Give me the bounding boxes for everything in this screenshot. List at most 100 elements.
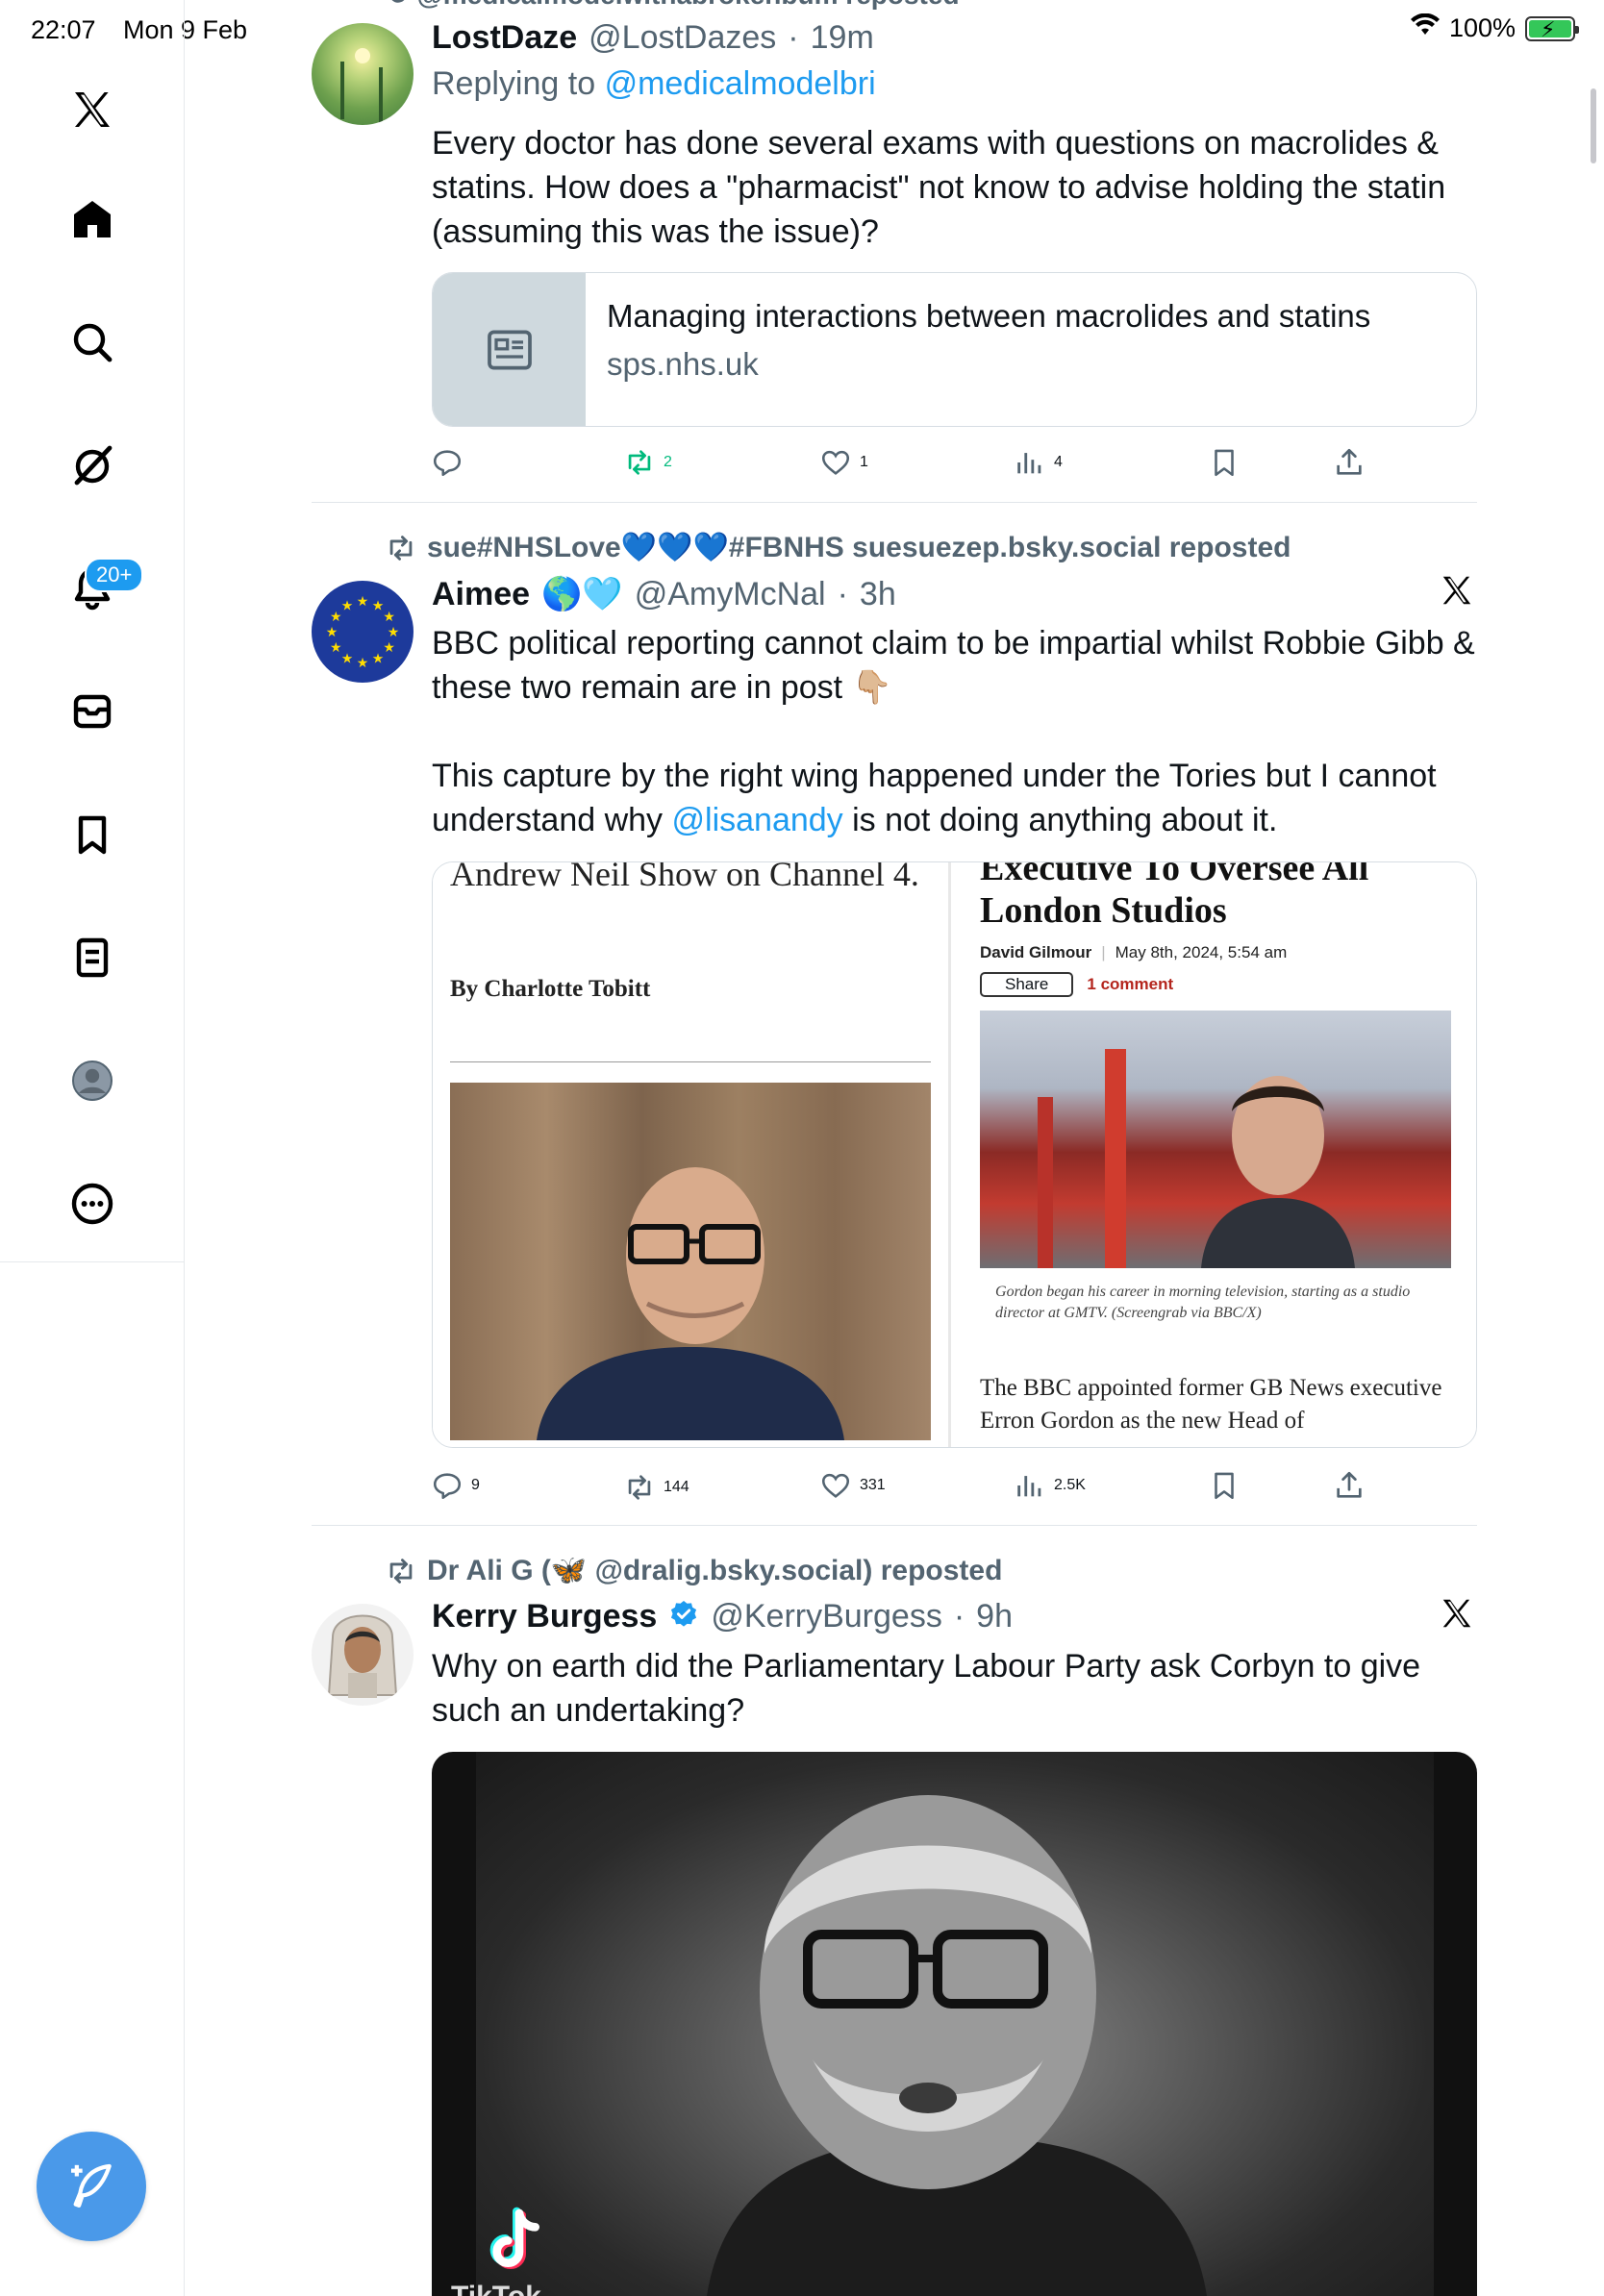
tiktok-logo-icon <box>476 2204 553 2285</box>
eu-star-icon: ★ <box>383 609 395 624</box>
bookmark-button[interactable] <box>1208 1469 1241 1502</box>
reposter-name[interactable]: sue#NHSLove💙💙💙#FBNHS suesuezep.bsky.soci… <box>427 531 1291 564</box>
bookmark-icon <box>1215 1472 1234 1500</box>
post-time[interactable]: 19m <box>811 19 874 57</box>
eu-star-icon: ★ <box>383 639 395 655</box>
author-name[interactable]: LostDaze <box>432 19 577 57</box>
post-time[interactable]: 3h <box>860 576 896 613</box>
reply-icon <box>433 1473 462 1500</box>
media-image-right[interactable]: Executive To Oversee All London Studios … <box>951 862 1476 1447</box>
media-image-left[interactable]: Andrew Neil Show on Channel 4. By Charlo… <box>433 862 952 1447</box>
link-card[interactable]: Managing interactions between macrolides… <box>432 272 1477 427</box>
eu-star-icon: ★ <box>326 624 338 639</box>
video-player[interactable]: TikTok <box>432 1752 1477 2296</box>
eu-star-icon: ★ <box>372 651 385 666</box>
repost-icon <box>628 1475 651 1500</box>
article-icon <box>433 273 586 426</box>
bookmark-button[interactable] <box>1208 446 1241 479</box>
article-headline-2: London Studios <box>980 890 1227 931</box>
repost-button[interactable]: 144 <box>623 1471 689 1504</box>
author-handle[interactable]: @KerryBurgess <box>711 1598 941 1635</box>
tweet-text-2: This capture by the right wing happened … <box>432 758 1437 838</box>
media-grid[interactable]: Andrew Neil Show on Channel 4. By Charlo… <box>432 861 1477 1448</box>
sidebar: 20+ <box>0 0 185 2296</box>
views-chart-icon <box>1017 1476 1041 1497</box>
post-time[interactable]: 9h <box>976 1598 1013 1635</box>
more-options-icon[interactable] <box>63 1175 121 1233</box>
article-author: David Gilmour <box>980 943 1092 961</box>
repost-header: Dr Ali G (🦋 @dralig.bsky.social) reposte… <box>385 1554 1002 1587</box>
battery-icon: ⚡ <box>1525 15 1579 41</box>
repost-header-cut: ⟲ @medicalmodelwithabrokenbum reposted <box>385 0 960 11</box>
sidebar-divider <box>0 1261 185 1262</box>
article-headline: Andrew Neil Show on Channel 4. <box>450 862 919 893</box>
lists-icon[interactable] <box>63 929 121 986</box>
messages-icon[interactable] <box>63 683 121 740</box>
avatar-judge-wig[interactable] <box>312 1604 414 1706</box>
eu-star-icon: ★ <box>341 597 354 612</box>
author-handle[interactable]: @AmyMcNal <box>635 576 826 613</box>
replying-to: Replying to @medicalmodelbri <box>432 65 876 102</box>
reply-icon <box>433 450 462 477</box>
article-headline-1: Executive To Oversee All <box>980 862 1369 888</box>
repost-button[interactable]: 2 <box>623 446 672 479</box>
portrait-photo-man <box>450 1083 931 1440</box>
wifi-icon <box>1410 12 1440 43</box>
reposter-name[interactable]: Dr Ali G (🦋 @dralig.bsky.social) reposte… <box>427 1554 1002 1587</box>
tweet-separator <box>312 1525 1477 1526</box>
x-source-icon[interactable] <box>1439 571 1475 620</box>
reply-button[interactable] <box>431 446 471 479</box>
like-button[interactable]: 331 <box>819 1469 886 1502</box>
x-logo-icon[interactable] <box>63 81 121 138</box>
repost-icon <box>389 535 413 561</box>
bookmarks-icon[interactable] <box>63 806 121 863</box>
views-button[interactable]: 4 <box>1014 446 1063 479</box>
article-share-button: Share <box>980 972 1074 997</box>
notifications-badge: 20+ <box>85 558 144 592</box>
search-icon[interactable] <box>63 313 121 371</box>
eu-star-icon: ★ <box>330 609 342 624</box>
replying-to-link[interactable]: @medicalmodelbri <box>605 65 876 102</box>
home-icon[interactable] <box>63 190 121 248</box>
repost-icon <box>628 450 651 475</box>
status-indicators: 100% ⚡ <box>1410 12 1579 43</box>
share-button[interactable] <box>1333 1469 1366 1502</box>
article-date: May 8th, 2024, 5:54 am <box>1115 943 1288 961</box>
views-chart-icon <box>1017 453 1041 474</box>
share-button[interactable] <box>1333 446 1366 479</box>
heart-icon <box>821 450 850 475</box>
separator-dot: · <box>788 19 799 56</box>
tweet-separator <box>312 502 1477 503</box>
avatar[interactable] <box>312 23 414 125</box>
feather-plus-icon <box>71 2163 112 2208</box>
separator-dot: · <box>953 1598 965 1635</box>
grok-icon[interactable] <box>63 437 121 494</box>
repost-icon: ⟲ <box>385 0 407 11</box>
tiktok-watermark: TikTok <box>451 2281 541 2296</box>
name-emojis: 🌎🩵 <box>541 576 623 612</box>
author-name[interactable]: Kerry Burgess <box>432 1598 657 1635</box>
scrollbar[interactable] <box>1591 88 1596 163</box>
share-icon <box>1337 448 1362 475</box>
mention-link[interactable]: @lisanandy <box>672 802 843 838</box>
eu-star-icon: ★ <box>341 651 354 666</box>
repost-header: sue#NHSLove💙💙💙#FBNHS suesuezep.bsky.soci… <box>385 531 1291 564</box>
studio-photo-man <box>980 1011 1452 1268</box>
eu-star-icon: ★ <box>357 655 369 670</box>
compose-post-button[interactable] <box>37 2132 146 2241</box>
avatar-eu-flag[interactable]: ★ ★ ★ ★ ★ ★ ★ ★ ★ ★ ★ ★ <box>312 581 414 683</box>
reply-button[interactable]: 9 <box>431 1469 480 1502</box>
author-name[interactable]: Aimee <box>432 576 530 613</box>
views-button[interactable]: 2.5K <box>1014 1469 1086 1502</box>
link-card-title: Managing interactions between macrolides… <box>607 298 1371 334</box>
photo-caption: Gordon began his career in morning telev… <box>995 1284 1411 1321</box>
x-source-icon[interactable] <box>1439 1594 1475 1643</box>
battery-percent: 100% <box>1448 13 1516 42</box>
author-handle[interactable]: @LostDazes <box>589 19 776 57</box>
article-body: The BBC appointed former GB News executi… <box>980 1375 1442 1434</box>
eu-star-icon: ★ <box>330 639 342 655</box>
profile-avatar-icon[interactable] <box>63 1052 121 1110</box>
like-button[interactable]: 1 <box>819 446 868 479</box>
heart-icon <box>821 1473 850 1498</box>
tweet-text: Every doctor has done several exams with… <box>432 125 1446 250</box>
